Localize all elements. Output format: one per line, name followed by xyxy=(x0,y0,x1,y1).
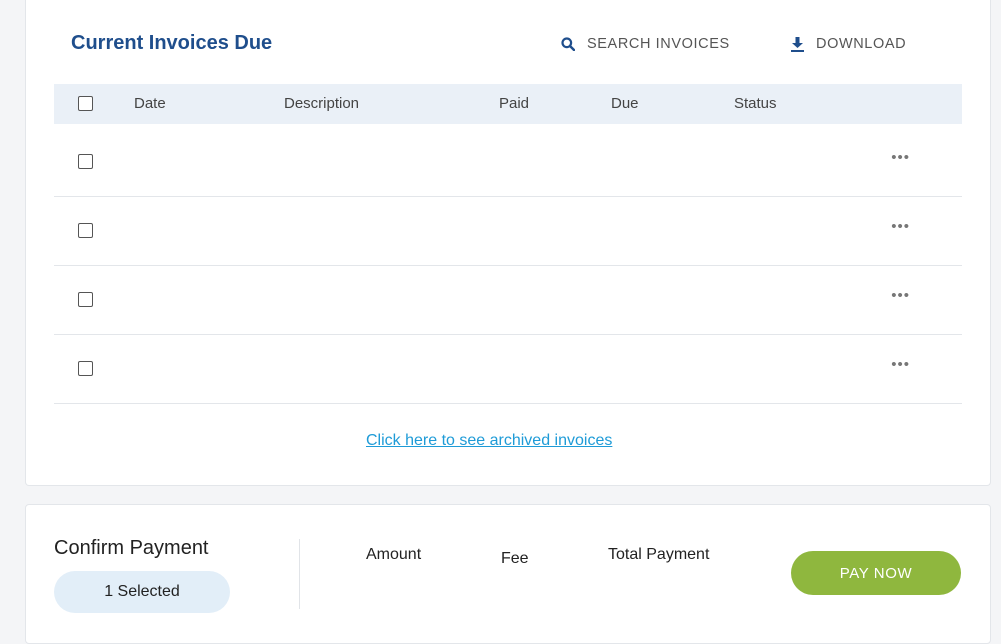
amount-label: Amount xyxy=(366,546,422,563)
row-more-icon[interactable]: ••• xyxy=(891,287,910,304)
row-checkbox[interactable] xyxy=(78,361,93,376)
invoices-title: Current Invoices Due xyxy=(71,32,273,54)
confirm-payment-title: Confirm Payment xyxy=(54,537,209,559)
select-all-checkbox[interactable] xyxy=(78,96,93,111)
row-checkbox[interactable] xyxy=(78,223,93,238)
archived-invoices-link[interactable]: Click here to see archived invoices xyxy=(366,432,612,450)
invoices-card: Current Invoices Due SEARCH INVOICES DOW… xyxy=(25,0,991,486)
search-icon xyxy=(561,37,575,51)
column-header-status: Status xyxy=(734,95,777,112)
row-checkbox[interactable] xyxy=(78,292,93,307)
column-header-due: Due xyxy=(611,95,639,112)
search-invoices-label: SEARCH INVOICES xyxy=(587,36,730,52)
table-row: ••• xyxy=(54,335,962,404)
table-row: ••• xyxy=(54,266,962,335)
column-header-description: Description xyxy=(284,95,360,112)
selected-count-badge: 1 Selected xyxy=(54,571,230,613)
row-more-icon[interactable]: ••• xyxy=(891,218,910,235)
row-more-icon[interactable]: ••• xyxy=(891,149,910,166)
column-header-date: Date xyxy=(134,95,166,112)
row-checkbox[interactable] xyxy=(78,154,93,169)
confirm-payment-card: Confirm Payment 1 Selected Amount Fee To… xyxy=(25,504,991,644)
download-label: DOWNLOAD xyxy=(816,36,907,52)
download-button[interactable]: DOWNLOAD xyxy=(791,36,906,52)
invoices-table-header: Date Description Paid Due Status xyxy=(54,84,962,124)
download-icon xyxy=(791,36,804,52)
payment-divider xyxy=(299,539,300,609)
row-more-icon[interactable]: ••• xyxy=(891,356,910,373)
fee-label: Fee xyxy=(501,550,529,567)
table-row: ••• xyxy=(54,128,962,197)
total-payment-label: Total Payment xyxy=(608,546,710,563)
pay-now-button[interactable]: PAY NOW xyxy=(791,551,961,595)
search-invoices-button[interactable]: SEARCH INVOICES xyxy=(561,36,730,52)
table-row: ••• xyxy=(54,197,962,266)
column-header-paid: Paid xyxy=(499,95,530,112)
